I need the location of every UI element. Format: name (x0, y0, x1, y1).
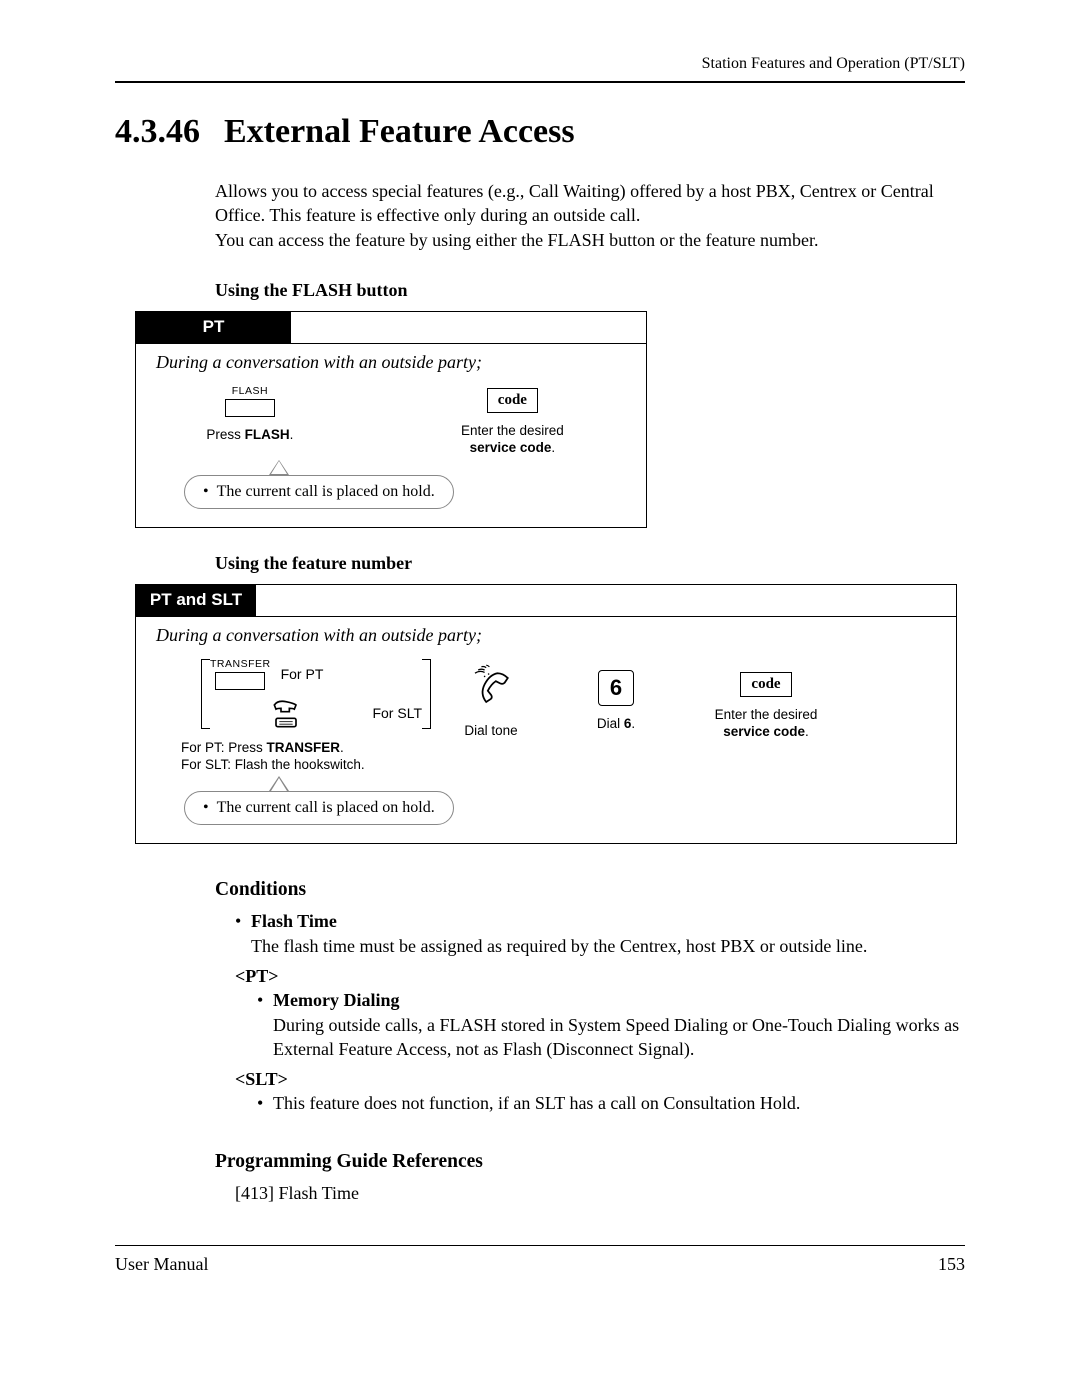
proc2-heading: Using the feature number (215, 553, 965, 574)
intro-line1: Allows you to access special features (e… (215, 179, 965, 228)
hookswitch-icon (269, 700, 303, 730)
proc1-step1-text: Press FLASH. (156, 427, 344, 444)
proc2-note: • The current call is placed on hold. (184, 791, 936, 825)
flash-label: FLASH (156, 385, 344, 397)
proc2-box: PT and SLT During a conversation with an… (135, 584, 957, 845)
prog-refs-heading: Programming Guide References (215, 1151, 965, 1173)
left-bracket-icon (201, 659, 210, 729)
flash-time-label: Flash Time (251, 911, 337, 931)
digit-6-box: 6 (598, 670, 634, 706)
pt-label: <PT> (235, 964, 965, 988)
for-slt-label: For SLT (372, 705, 422, 721)
slt-label: <SLT> (235, 1067, 965, 1091)
footer-rule (115, 1245, 965, 1246)
prog-refs-item: [413] Flash Time (235, 1181, 965, 1205)
intro-line2: You can access the feature by using eith… (215, 228, 965, 252)
proc1-note: • The current call is placed on hold. (184, 475, 626, 509)
proc2-step1-text: For PT: Press TRANSFER. For SLT: Flash t… (181, 740, 431, 774)
conditions-heading: Conditions (215, 879, 965, 901)
prog-refs-body: [413] Flash Time (235, 1181, 965, 1205)
memory-dialing-label: Memory Dialing (273, 990, 399, 1010)
footer-page-number: 153 (938, 1254, 965, 1275)
for-pt-label: For PT (281, 666, 324, 682)
transfer-label: TRANSFER (210, 658, 271, 670)
proc2-code-box: code (740, 672, 791, 697)
proc1-code-box: code (487, 388, 538, 413)
memory-dialing-text: During outside calls, a FLASH stored in … (273, 1015, 959, 1059)
slt-text: This feature does not function, if an SL… (273, 1091, 965, 1115)
conditions-body: • Flash Time The flash time must be assi… (235, 909, 965, 1115)
proc1-heading: Using the FLASH button (215, 280, 965, 301)
proc2-caption: During a conversation with an outside pa… (156, 625, 936, 646)
footer-left: User Manual (115, 1254, 208, 1275)
section-heading: External Feature Access (224, 113, 575, 150)
proc1-step2-text: Enter the desired service code. (399, 423, 626, 457)
flash-time-text: The flash time must be assigned as requi… (251, 936, 867, 956)
dial-tone-icon (431, 662, 551, 713)
proc1-box: PT During a conversation with an outside… (135, 311, 647, 528)
proc2-tab: PT and SLT (136, 585, 256, 616)
proc1-caption: During a conversation with an outside pa… (156, 352, 626, 373)
right-bracket-icon (422, 659, 431, 729)
dial-6-text: Dial 6. (551, 716, 681, 733)
transfer-button-icon (215, 672, 265, 690)
dial-tone-text: Dial tone (431, 723, 551, 740)
intro-block: Allows you to access special features (e… (215, 179, 965, 252)
proc1-tab: PT (136, 312, 291, 343)
running-head: Station Features and Operation (PT/SLT) (115, 55, 965, 73)
page-footer: User Manual 153 (115, 1254, 965, 1275)
section-number: 4.3.46 (115, 113, 200, 151)
section-title: 4.3.46 External Feature Access (115, 113, 965, 151)
proc2-step4-text: Enter the desired service code. (681, 707, 851, 741)
flash-button-icon (225, 399, 275, 417)
header-rule (115, 81, 965, 83)
